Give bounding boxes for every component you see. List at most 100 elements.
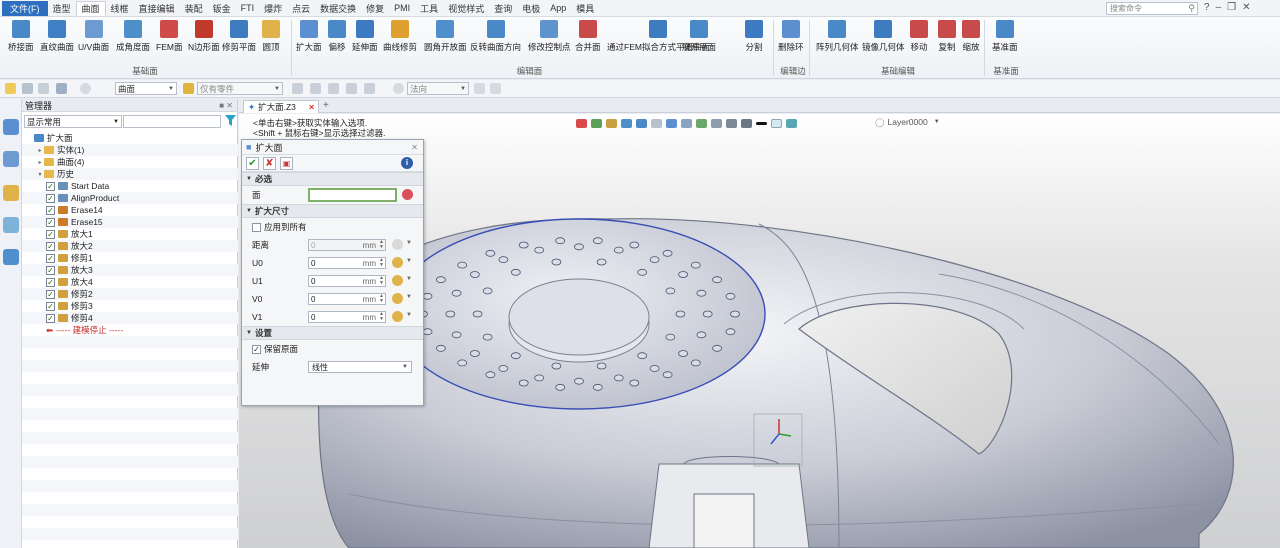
menu-item[interactable]: FTI: [236, 1, 260, 16]
menu-item[interactable]: 造型: [48, 1, 76, 16]
ribbon-button[interactable]: N边形面: [188, 18, 220, 64]
ribbon-button[interactable]: FEM面: [156, 18, 182, 64]
line-icon[interactable]: [38, 83, 49, 94]
chevron-down-icon[interactable]: ▼: [406, 240, 412, 246]
section-settings[interactable]: ▼ 设置: [242, 326, 423, 340]
minimize-icon[interactable]: –: [1216, 2, 1222, 13]
ribbon-button[interactable]: 修剪平面: [222, 18, 256, 64]
expression-icon[interactable]: [392, 293, 403, 304]
visibility-checkbox[interactable]: ✓: [46, 313, 55, 323]
tree-node[interactable]: ✓ AlignProduct: [22, 192, 238, 204]
section-required[interactable]: ▼ 必选: [242, 172, 423, 186]
history-manager-icon[interactable]: [3, 119, 19, 135]
tree-node[interactable]: ✓ 放大2: [22, 240, 238, 252]
face-pick-input[interactable]: [308, 188, 397, 202]
funnel-icon[interactable]: [225, 115, 236, 126]
menu-item[interactable]: 直接编辑: [134, 1, 180, 16]
stepper-icon[interactable]: ▲ ▼: [379, 276, 384, 286]
close-icon[interactable]: ✕: [411, 143, 418, 152]
document-tab[interactable]: ✦ 扩大面.Z3 ✕: [243, 100, 319, 113]
tree-node[interactable]: 扩大面: [22, 132, 238, 144]
extend-select[interactable]: 线性 ▼: [308, 361, 412, 373]
clock-icon[interactable]: [393, 83, 404, 94]
redo-icon[interactable]: [490, 83, 501, 94]
direction-select[interactable]: 法向 ▼: [407, 82, 469, 95]
visibility-checkbox[interactable]: ✓: [46, 301, 55, 311]
expression-icon[interactable]: [392, 257, 403, 268]
visibility-checkbox[interactable]: ✓: [46, 193, 55, 203]
visibility-checkbox[interactable]: ✓: [46, 277, 55, 287]
ribbon-button[interactable]: 曲线修剪: [383, 18, 417, 64]
stepper-icon[interactable]: ▲ ▼: [379, 240, 384, 250]
menu-item[interactable]: 线框: [106, 1, 134, 16]
info-icon[interactable]: i: [401, 157, 413, 169]
ribbon-button[interactable]: 圆角开放面: [424, 18, 467, 64]
ribbon-button[interactable]: 成角度面: [116, 18, 150, 64]
filter-icon[interactable]: [56, 83, 67, 94]
file-menu[interactable]: 文件(F): [2, 0, 48, 16]
snap-icon[interactable]: [292, 83, 303, 94]
tree-node[interactable]: ✓ 修剪1: [22, 252, 238, 264]
menu-item[interactable]: 查询: [489, 1, 517, 16]
apply-button[interactable]: ▣: [280, 156, 293, 170]
menu-item[interactable]: 钣金: [208, 1, 236, 16]
ribbon-button[interactable]: 延伸面: [352, 18, 378, 64]
tree-node[interactable]: ⬅ ----- 建模停止 -----: [22, 324, 238, 336]
ribbon-button[interactable]: 圆顶: [262, 18, 280, 64]
select-arrow-icon[interactable]: [5, 83, 16, 94]
view-manager-icon[interactable]: [3, 185, 19, 201]
tree-node[interactable]: ✓ 修剪2: [22, 288, 238, 300]
manager-filter-select[interactable]: 显示常用 ▼: [24, 115, 122, 128]
visibility-checkbox[interactable]: ✓: [46, 229, 55, 239]
ok-button[interactable]: ✔: [246, 156, 259, 170]
menu-item[interactable]: 模具: [571, 1, 599, 16]
expression-icon[interactable]: [392, 275, 403, 286]
ribbon-button[interactable]: 扩大面: [296, 18, 322, 64]
ribbon-button[interactable]: 合并面: [575, 18, 601, 64]
ribbon-button[interactable]: 修改控制点: [528, 18, 571, 64]
tree-node[interactable]: ✓ 放大1: [22, 228, 238, 240]
panel-pin-close-icons[interactable]: ■ ✕: [219, 101, 233, 110]
dialog-title-bar[interactable]: ■ 扩大面 ✕: [242, 140, 423, 155]
tree-node[interactable]: ✓ Erase14: [22, 204, 238, 216]
chevron-down-icon[interactable]: ▼: [406, 258, 412, 264]
entity-filter-select[interactable]: 曲面 ▼: [115, 82, 177, 95]
menu-item[interactable]: 曲面: [75, 0, 106, 16]
apply-all-checkbox[interactable]: [252, 222, 261, 232]
menu-item[interactable]: 爆炸: [259, 1, 287, 16]
tree-node[interactable]: ▸ 实体(1): [22, 144, 238, 156]
user-manager-icon[interactable]: [3, 249, 19, 265]
ribbon-button[interactable]: 阵列几何体: [816, 18, 859, 64]
chevron-down-icon[interactable]: ▼: [406, 276, 412, 282]
keep-original-checkbox[interactable]: ✓: [252, 344, 261, 354]
ribbon-button[interactable]: 删除环: [778, 18, 804, 64]
circle-icon[interactable]: [80, 83, 91, 94]
image-manager-icon[interactable]: [3, 217, 19, 233]
u0-input[interactable]: 0 mm ▲ ▼: [308, 257, 386, 269]
tree-node[interactable]: ✓ 修剪3: [22, 300, 238, 312]
face-pick-icon[interactable]: [402, 189, 413, 200]
menu-item[interactable]: 视觉样式: [443, 1, 489, 16]
close-tab-icon[interactable]: ✕: [308, 103, 315, 112]
grid-icon[interactable]: [310, 83, 321, 94]
visibility-checkbox[interactable]: ✓: [46, 217, 55, 227]
menu-item[interactable]: App: [545, 1, 571, 16]
restore-icon[interactable]: ❐: [1227, 2, 1236, 13]
align-right-icon[interactable]: [364, 83, 375, 94]
visibility-checkbox[interactable]: ✓: [46, 253, 55, 263]
menu-item[interactable]: 修复: [361, 1, 389, 16]
tree-node[interactable]: ✓ 修剪4: [22, 312, 238, 324]
u1-input[interactable]: 0 mm ▲ ▼: [308, 275, 386, 287]
chevron-down-icon[interactable]: ▼: [406, 294, 412, 300]
stepper-icon[interactable]: ▲ ▼: [379, 294, 384, 304]
ribbon-button[interactable]: 展开平面: [682, 18, 716, 64]
expand-toggle-icon[interactable]: ▸: [36, 159, 44, 166]
undo-icon[interactable]: [474, 83, 485, 94]
visibility-checkbox[interactable]: ✓: [46, 241, 55, 251]
assembly-manager-icon[interactable]: [3, 151, 19, 167]
chevron-down-icon[interactable]: ▼: [406, 312, 412, 318]
part-icon[interactable]: [183, 83, 194, 94]
expression-icon[interactable]: [392, 239, 403, 250]
tree-node[interactable]: ✓ 放大3: [22, 264, 238, 276]
tree-node[interactable]: ▸ 曲面(4): [22, 156, 238, 168]
